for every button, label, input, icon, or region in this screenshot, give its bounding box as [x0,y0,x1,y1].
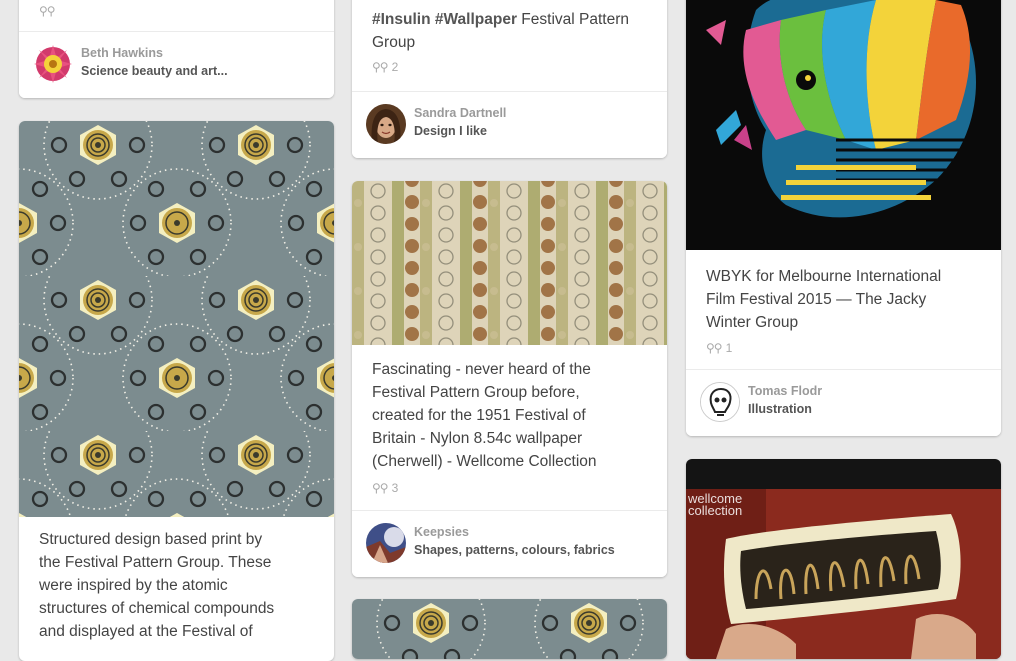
avatar[interactable] [366,104,406,144]
pin-card[interactable]: Fascinating - never heard of the Festiva… [352,181,667,577]
board-name[interactable]: Illustration [748,402,812,416]
pin-card[interactable]: WBYK for Melbourne International Film Fe… [686,0,1001,436]
avatar[interactable] [366,523,406,563]
pin-image[interactable] [352,181,667,345]
pin-description: #Insulin #Wallpaper Festival Pattern Gro… [372,11,629,51]
board-name[interactable]: Shapes, patterns, colours, fabrics [414,543,615,557]
avatar-image [33,44,73,84]
pushpin-icon: ⚲⚲ [372,60,389,74]
pin-card[interactable]: wellcome collection [686,459,1001,659]
avatar-image [366,523,406,563]
skull-avatar-image [701,383,739,421]
repin-count: 1 [725,341,733,355]
pinner-name[interactable]: Keepsies [414,525,469,539]
pushpin-icon: ⚲⚲ [39,4,56,18]
pin-attribution[interactable]: Tomas Flodr Illustration [686,369,1001,436]
pinner-name[interactable]: Sandra Dartnell [414,106,506,120]
repin-count: 2 [391,60,399,74]
pin-description: Fascinating - never heard of the Festiva… [372,361,597,470]
board-name[interactable]: Science beauty and art... [81,64,228,78]
avatar-image [366,104,406,144]
pin-description: WBYK for Melbourne International Film Fe… [706,268,942,331]
pin-image[interactable] [19,121,334,517]
pin-card[interactable]: #Insulin #Wallpaper Festival Pattern Gro… [352,0,667,158]
pin-attribution[interactable]: Sandra Dartnell Design I like [352,91,667,158]
board-name[interactable]: Design I like [414,124,487,138]
pin-attribution[interactable]: Beth Hawkins Science beauty and art... [19,31,334,98]
pin-attribution[interactable]: Keepsies Shapes, patterns, colours, fabr… [352,510,667,577]
pin-description: Structured design based print by the Fes… [39,531,275,640]
avatar[interactable] [700,382,740,422]
pushpin-icon: ⚲⚲ [372,481,389,495]
repin-count: 3 [391,481,399,495]
pin-image[interactable] [686,0,1001,250]
avatar[interactable] [33,44,73,84]
pin-card[interactable]: ⚲⚲ Beth Hawkins Science beauty and art..… [19,0,334,98]
pin-image[interactable] [686,459,1001,659]
pin-image[interactable] [352,599,667,659]
pin-card[interactable] [352,599,667,659]
pushpin-icon: ⚲⚲ [706,341,723,355]
pinner-name[interactable]: Tomas Flodr [748,384,822,398]
watermark-text: wellcome collection [688,491,743,518]
pinner-name[interactable]: Beth Hawkins [81,46,163,60]
pin-card[interactable]: Structured design based print by the Fes… [19,121,334,661]
